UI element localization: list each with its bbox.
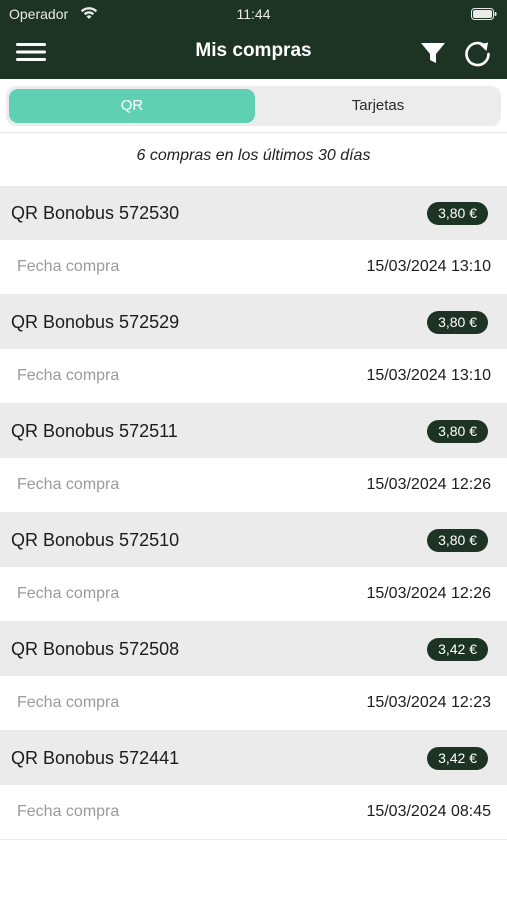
purchase-item[interactable]: QR Bonobus 572511 3,80 € Fecha compra 15… [0, 404, 507, 513]
date-label: Fecha compra [17, 258, 120, 275]
refresh-icon[interactable] [463, 39, 492, 68]
purchase-title: QR Bonobus 572441 [11, 748, 180, 768]
purchase-list: QR Bonobus 572530 3,80 € Fecha compra 15… [0, 186, 507, 840]
price-badge: 3,42 € [427, 747, 488, 770]
status-time: 11:44 [236, 6, 271, 22]
date-value: 15/03/2024 13:10 [366, 367, 491, 384]
purchase-item[interactable]: QR Bonobus 572508 3,42 € Fecha compra 15… [0, 622, 507, 731]
date-label: Fecha compra [17, 476, 120, 493]
purchase-details: Fecha compra 15/03/2024 12:23 [0, 676, 507, 731]
date-label: Fecha compra [17, 367, 120, 384]
purchase-item[interactable]: QR Bonobus 572530 3,80 € Fecha compra 15… [0, 186, 507, 295]
purchase-header: QR Bonobus 572529 3,80 € [0, 295, 507, 349]
purchase-item[interactable]: QR Bonobus 572510 3,80 € Fecha compra 15… [0, 513, 507, 622]
purchase-details: Fecha compra 15/03/2024 12:26 [0, 567, 507, 622]
date-value: 15/03/2024 08:45 [366, 803, 491, 820]
filter-icon[interactable] [420, 40, 446, 66]
date-label: Fecha compra [17, 803, 120, 820]
date-value: 15/03/2024 12:26 [366, 585, 491, 602]
date-value: 15/03/2024 12:23 [366, 694, 491, 711]
purchase-details: Fecha compra 15/03/2024 08:45 [0, 785, 507, 840]
app-header: Operador 11:44 Mis compras [0, 0, 507, 79]
purchase-header: QR Bonobus 572511 3,80 € [0, 404, 507, 458]
purchase-details: Fecha compra 15/03/2024 12:26 [0, 458, 507, 513]
purchase-title: QR Bonobus 572508 [11, 639, 180, 659]
purchase-title: QR Bonobus 572529 [11, 312, 180, 332]
status-bar: Operador 11:44 [0, 0, 507, 28]
purchase-details: Fecha compra 15/03/2024 13:10 [0, 240, 507, 295]
purchase-header: QR Bonobus 572510 3,80 € [0, 513, 507, 567]
price-badge: 3,80 € [427, 202, 488, 225]
purchase-title: QR Bonobus 572530 [11, 203, 180, 223]
price-badge: 3,42 € [427, 638, 488, 661]
price-badge: 3,80 € [427, 311, 488, 334]
purchase-title: QR Bonobus 572511 [11, 421, 178, 441]
purchase-item[interactable]: QR Bonobus 572529 3,80 € Fecha compra 15… [0, 295, 507, 404]
purchase-item[interactable]: QR Bonobus 572441 3,42 € Fecha compra 15… [0, 731, 507, 840]
purchase-header: QR Bonobus 572441 3,42 € [0, 731, 507, 785]
tab-qr[interactable]: QR [9, 89, 255, 123]
purchase-title: QR Bonobus 572510 [11, 530, 180, 550]
purchase-header: QR Bonobus 572530 3,80 € [0, 186, 507, 240]
purchase-summary: 6 compras en los últimos 30 días [136, 147, 371, 164]
purchase-details: Fecha compra 15/03/2024 13:10 [0, 349, 507, 404]
tab-tarjetas[interactable]: Tarjetas [258, 89, 498, 123]
battery-icon [471, 8, 497, 20]
date-label: Fecha compra [17, 585, 120, 602]
segmented-control: QR Tarjetas [6, 86, 501, 126]
tab-bar: QR Tarjetas [0, 79, 507, 133]
price-badge: 3,80 € [427, 529, 488, 552]
date-value: 15/03/2024 13:10 [366, 258, 491, 275]
price-badge: 3,80 € [427, 420, 488, 443]
date-label: Fecha compra [17, 694, 120, 711]
date-value: 15/03/2024 12:26 [366, 476, 491, 493]
purchase-header: QR Bonobus 572508 3,42 € [0, 622, 507, 676]
